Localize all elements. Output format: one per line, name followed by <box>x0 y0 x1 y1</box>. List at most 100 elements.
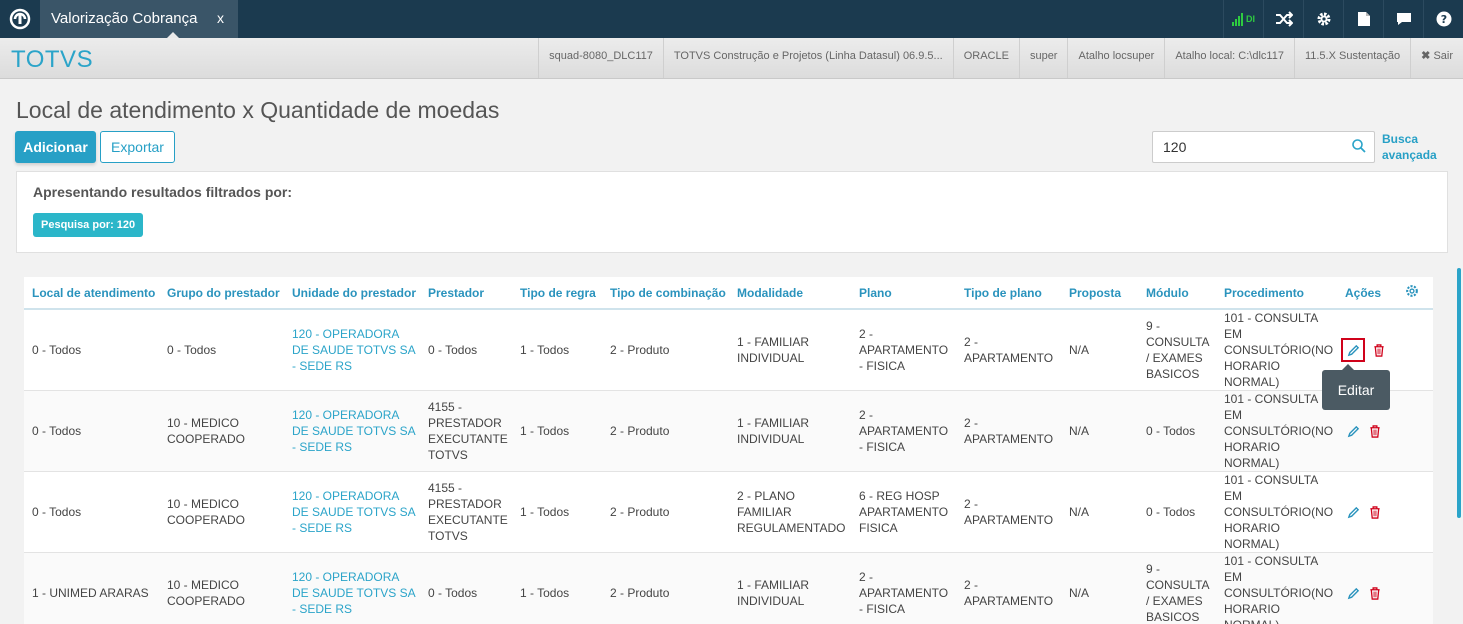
cell-prestador: 0 - Todos <box>420 309 512 391</box>
tab-valorizacao-cobranca[interactable]: Valorização Cobrança x <box>40 0 238 39</box>
row-actions <box>1345 585 1429 601</box>
delete-trash-icon[interactable] <box>1367 504 1383 520</box>
header-item-database[interactable]: ORACLE <box>952 38 1019 78</box>
cell-plano: 6 - REG HOSP APARTAMENTO FISICA <box>851 471 956 553</box>
cell-procedimento: 101 - CONSULTA EM CONSULTÓRIO(NO HORARIO… <box>1216 309 1337 391</box>
cell-tipo-plano: 2 - APARTAMENTO <box>956 309 1061 391</box>
tab-close-icon[interactable]: x <box>217 10 224 26</box>
advanced-search-link[interactable]: Busca avançada <box>1382 131 1452 163</box>
filter-chip[interactable]: Pesquisa por: 120 <box>33 213 144 237</box>
row-actions <box>1345 504 1429 520</box>
search-input[interactable] <box>1161 132 1345 162</box>
cell-local-atendimento: 0 - Todos <box>24 309 159 391</box>
col-modalidade[interactable]: Modalidade <box>729 277 851 310</box>
header-item-product[interactable]: TOTVS Construção e Projetos (Linha Datas… <box>662 38 953 78</box>
col-modulo[interactable]: Módulo <box>1138 277 1216 310</box>
edit-pencil-icon[interactable] <box>1345 585 1361 601</box>
cell-tipo-regra: 1 - Todos <box>512 471 602 553</box>
col-prestador[interactable]: Prestador <box>420 277 512 310</box>
table-header: Local de atendimento Grupo do prestador … <box>24 277 1433 310</box>
header-item-local-shortcut[interactable]: Atalho local: C:\dlc117 <box>1164 38 1294 78</box>
edit-pencil-icon[interactable] <box>1341 338 1365 362</box>
shuffle-icon[interactable] <box>1263 0 1303 38</box>
cell-local-atendimento: 0 - Todos <box>24 390 159 472</box>
col-procedimento[interactable]: Procedimento <box>1216 277 1337 310</box>
cell-unidade-prestador[interactable]: 120 - OPERADORA DE SAUDE TOTVS SA - SEDE… <box>284 471 420 553</box>
brand-logo[interactable]: TOTVS <box>11 46 93 74</box>
cell-unidade-prestador[interactable]: 120 - OPERADORA DE SAUDE TOTVS SA - SEDE… <box>284 552 420 624</box>
cell-plano: 2 - APARTAMENTO - FISICA <box>851 309 956 391</box>
cell-procedimento: 101 - CONSULTA EM CONSULTÓRIO(NO HORARIO… <box>1216 471 1337 553</box>
cell-tipo-plano: 2 - APARTAMENTO <box>956 552 1061 624</box>
cell-grupo-prestador: 10 - MEDICO COOPERADO <box>159 390 284 472</box>
cell-modalidade: 2 - PLANO FAMILIAR REGULAMENTADO <box>729 471 851 553</box>
cell-tipo-regra: 1 - Todos <box>512 390 602 472</box>
close-icon: ✖ <box>1421 50 1431 62</box>
col-local-atendimento[interactable]: Local de atendimento <box>24 277 159 310</box>
header-item-version[interactable]: 11.5.X Sustentação <box>1293 38 1410 78</box>
edit-pencil-icon[interactable] <box>1345 423 1361 439</box>
table-row: 1 - UNIMED ARARAS 10 - MEDICO COOPERADO 12… <box>24 552 1433 624</box>
cell-proposta: N/A <box>1061 471 1138 553</box>
cell-proposta: N/A <box>1061 309 1138 391</box>
cell-local-atendimento: 1 - UNIMED ARARAS <box>24 552 159 624</box>
col-acoes: Ações <box>1337 277 1397 310</box>
header-item-server[interactable]: squad-8080_DLC117 <box>538 38 663 78</box>
edit-pencil-icon[interactable] <box>1345 504 1361 520</box>
tab-label: Valorização Cobrança <box>51 10 198 27</box>
totvs-logo-icon[interactable] <box>0 0 40 38</box>
svg-text:?: ? <box>1440 13 1446 26</box>
header-info: squad-8080_DLC117 TOTVS Construção e Pro… <box>538 38 1463 78</box>
cell-local-atendimento: 0 - Todos <box>24 471 159 553</box>
help-icon[interactable]: ? <box>1423 0 1463 38</box>
col-grupo-prestador[interactable]: Grupo do prestador <box>159 277 284 310</box>
col-unidade-prestador[interactable]: Unidade do prestador <box>284 277 420 310</box>
cell-tipo-combinacao: 2 - Produto <box>602 390 729 472</box>
cell-modalidade: 1 - FAMILIAR INDIVIDUAL <box>729 390 851 472</box>
logout-button[interactable]: ✖ Sair <box>1410 38 1463 78</box>
column-settings-icon[interactable] <box>1397 277 1433 310</box>
delete-trash-icon[interactable] <box>1371 342 1387 358</box>
cell-acoes <box>1337 552 1433 624</box>
cell-plano: 2 - APARTAMENTO - FISICA <box>851 552 956 624</box>
header-item-shortcut[interactable]: Atalho locsuper <box>1067 38 1164 78</box>
table-row: 0 - Todos 10 - MEDICO COOPERADO 120 - OPER… <box>24 471 1433 553</box>
cell-unidade-prestador[interactable]: 120 - OPERADORA DE SAUDE TOTVS SA - SEDE… <box>284 309 420 391</box>
export-button[interactable]: Exportar <box>100 131 175 163</box>
delete-trash-icon[interactable] <box>1367 423 1383 439</box>
scrollbar[interactable] <box>1457 268 1461 518</box>
col-tipo-combinacao[interactable]: Tipo de combinação <box>602 277 729 310</box>
col-plano[interactable]: Plano <box>851 277 956 310</box>
cell-grupo-prestador: 10 - MEDICO COOPERADO <box>159 552 284 624</box>
cell-modulo: 9 - CONSULTA / EXAMES BASICOS <box>1138 309 1216 391</box>
cell-tipo-regra: 1 - Todos <box>512 552 602 624</box>
cell-modalidade: 1 - FAMILIAR INDIVIDUAL <box>729 309 851 391</box>
cell-unidade-prestador[interactable]: 120 - OPERADORA DE SAUDE TOTVS SA - SEDE… <box>284 390 420 472</box>
top-bar: Valorização Cobrança x DI ? <box>0 0 1463 39</box>
cell-plano: 2 - APARTAMENTO - FISICA <box>851 390 956 472</box>
search-icon[interactable] <box>1352 139 1366 158</box>
cell-proposta: N/A <box>1061 552 1138 624</box>
col-tipo-regra[interactable]: Tipo de regra <box>512 277 602 310</box>
col-tipo-plano[interactable]: Tipo de plano <box>956 277 1061 310</box>
col-proposta[interactable]: Proposta <box>1061 277 1138 310</box>
cell-tipo-plano: 2 - APARTAMENTO <box>956 471 1061 553</box>
cell-prestador: 0 - Todos <box>420 552 512 624</box>
cell-tipo-combinacao: 2 - Produto <box>602 309 729 391</box>
cell-acoes <box>1337 471 1433 553</box>
header-strip: TOTVS squad-8080_DLC117 TOTVS Construção… <box>0 38 1463 79</box>
document-icon[interactable] <box>1343 0 1383 38</box>
header-item-user[interactable]: super <box>1018 38 1068 78</box>
cell-procedimento: 101 - CONSULTA EM CONSULTÓRIO(NO HORARIO… <box>1216 390 1337 472</box>
cell-tipo-regra: 1 - Todos <box>512 309 602 391</box>
delete-trash-icon[interactable] <box>1367 585 1383 601</box>
filter-label: Apresentando resultados filtrados por: <box>33 184 293 200</box>
add-button[interactable]: Adicionar <box>15 131 96 163</box>
results-table: Local de atendimento Grupo do prestador … <box>24 277 1433 624</box>
signal-icon[interactable]: DI <box>1223 0 1263 38</box>
chat-icon[interactable] <box>1383 0 1423 38</box>
top-icons: DI ? <box>1223 0 1463 38</box>
gear-icon[interactable] <box>1303 0 1343 38</box>
cell-procedimento: 101 - CONSULTA EM CONSULTÓRIO(NO HORARIO… <box>1216 552 1337 624</box>
cell-proposta: N/A <box>1061 390 1138 472</box>
